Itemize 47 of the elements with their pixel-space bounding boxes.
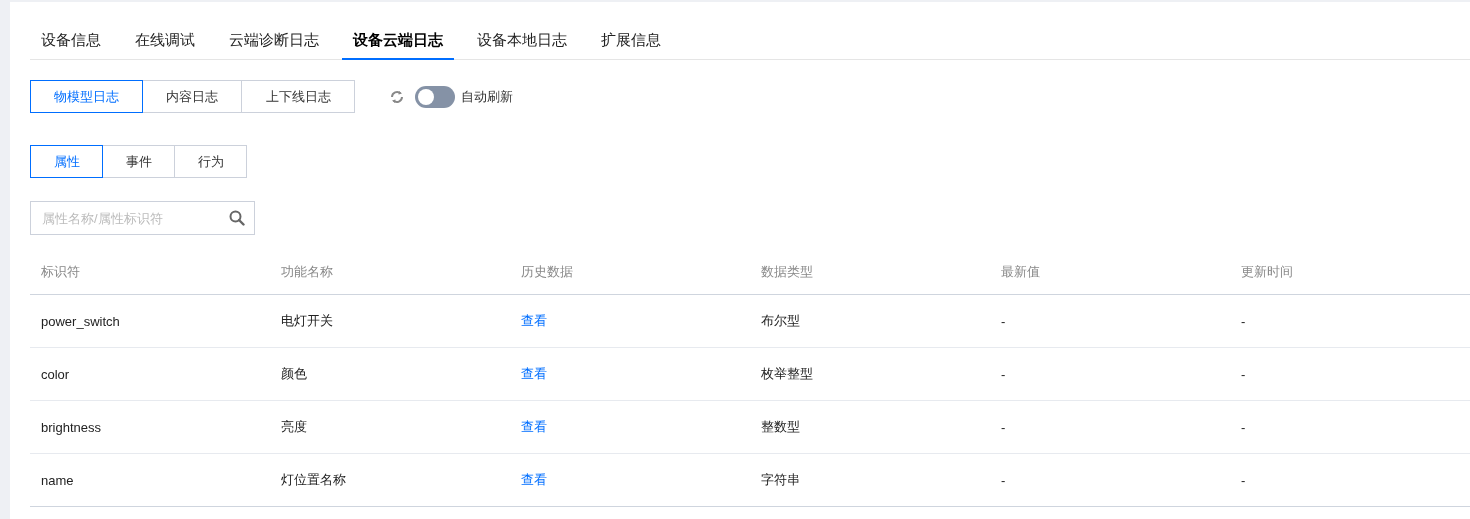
table-cell: - — [1001, 366, 1006, 382]
column-header: 历史数据 — [521, 264, 573, 279]
segment-button[interactable]: 上下线日志 — [241, 80, 355, 113]
tab[interactable]: 云端诊断日志 — [218, 26, 330, 60]
segment-button[interactable]: 内容日志 — [142, 80, 242, 113]
table-cell: 灯位置名称 — [281, 472, 346, 487]
table-cell: - — [1001, 419, 1006, 435]
view-link[interactable]: 查看 — [521, 366, 547, 381]
tab[interactable]: 扩展信息 — [590, 26, 672, 60]
view-link[interactable]: 查看 — [521, 313, 547, 328]
segment-button[interactable]: 行为 — [174, 145, 247, 178]
table-cell: 颜色 — [281, 366, 307, 381]
segment-button[interactable]: 事件 — [102, 145, 175, 178]
table-cell: - — [1001, 313, 1006, 329]
tab[interactable]: 设备本地日志 — [466, 26, 578, 60]
table-cell: 整数型 — [761, 419, 800, 434]
table-cell: - — [1241, 419, 1246, 435]
view-link[interactable]: 查看 — [521, 472, 547, 487]
segment-button[interactable]: 物模型日志 — [30, 80, 143, 113]
table-cell: 亮度 — [281, 419, 307, 434]
table-cell: 枚举整型 — [761, 366, 813, 381]
table-cell: power_switch — [41, 313, 120, 329]
toggle-switch[interactable] — [415, 85, 455, 108]
table-cell: brightness — [41, 419, 101, 435]
segment-button[interactable]: 属性 — [30, 145, 103, 178]
table-cell: 电灯开关 — [281, 313, 333, 328]
table-cell: color — [41, 366, 70, 382]
table-cell: 布尔型 — [761, 313, 800, 328]
column-header: 更新时间 — [1241, 264, 1293, 279]
view-link[interactable]: 查看 — [521, 419, 547, 434]
refresh-icon[interactable] — [389, 88, 405, 105]
table-cell: - — [1241, 472, 1246, 488]
table-cell: - — [1001, 472, 1006, 488]
search-field[interactable]: 属性名称/属性标识符 — [30, 201, 255, 235]
table-cell: - — [1241, 366, 1246, 382]
column-header: 标识符 — [41, 264, 80, 279]
search-icon[interactable] — [229, 210, 245, 226]
tab[interactable]: 在线调试 — [124, 26, 206, 60]
table-cell: - — [1241, 313, 1246, 329]
tab[interactable]: 设备信息 — [30, 26, 112, 60]
toggle-label: 自动刷新 — [461, 87, 513, 106]
column-header: 数据类型 — [761, 264, 813, 279]
tab[interactable]: 设备云端日志 — [342, 26, 454, 60]
table-cell: name — [41, 472, 74, 488]
column-header: 功能名称 — [281, 264, 333, 279]
column-header: 最新值 — [1001, 264, 1040, 279]
table-cell: 字符串 — [761, 472, 800, 487]
